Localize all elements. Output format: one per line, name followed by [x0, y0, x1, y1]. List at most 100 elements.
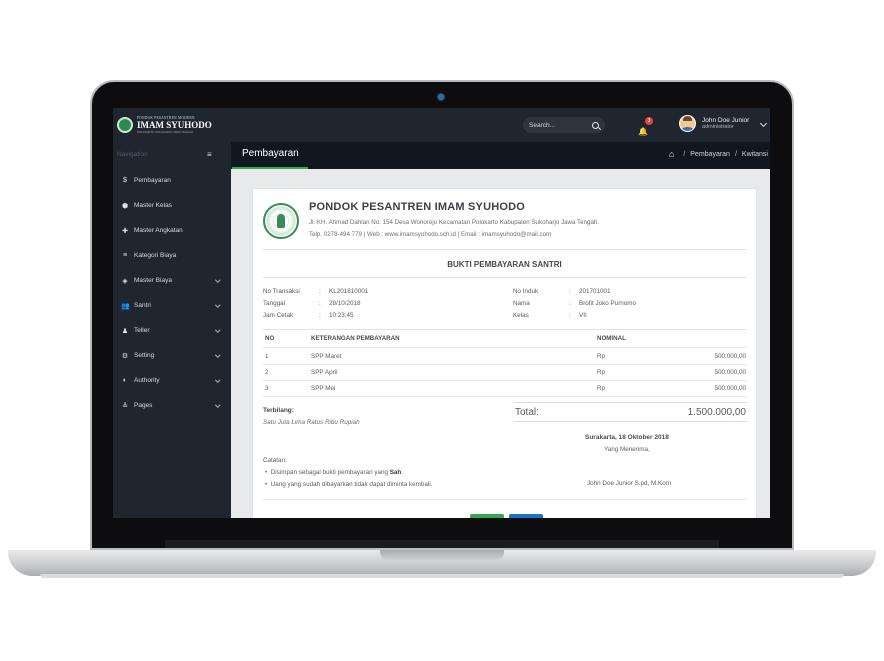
laptop-hinge	[165, 540, 719, 548]
divider	[263, 499, 747, 500]
cell-desc: SPP April	[311, 369, 338, 376]
info-row: Kelas: VII	[513, 312, 587, 319]
table-header-desc: KETERANGAN PEMBAYARAN	[311, 335, 400, 342]
search-input[interactable]	[529, 121, 592, 129]
receipt-title: BUKTI PEMBAYARAN SANTRI	[447, 260, 562, 269]
sign-role: Yang Menerima,	[604, 446, 650, 453]
school-seal-icon	[263, 203, 299, 239]
gear-icon: ⚙	[121, 352, 129, 360]
info-row: No Transaksi: KL201810001	[263, 288, 369, 295]
chevron-down-icon[interactable]	[759, 119, 768, 128]
info-key: Tanggal	[263, 300, 286, 307]
notification-badge: 3	[645, 117, 653, 125]
menu-toggle-icon[interactable]: ≡	[207, 150, 212, 159]
sidebar-item-pages[interactable]: ≜ Pages	[113, 393, 231, 418]
info-key: No Transaksi	[263, 288, 300, 295]
sidebar-item-master-biaya[interactable]: ◈ Master Biaya	[113, 268, 231, 293]
info-key: Jam Cetak	[263, 312, 294, 319]
sidebar-item-santri[interactable]: 👥 Santri	[113, 293, 231, 318]
user-menu[interactable]: John Doe Junior administrator	[679, 115, 749, 132]
total-value: 1.500.000,00	[687, 407, 746, 418]
cell-desc: SPP Mei	[311, 385, 336, 392]
table-header-no: NO	[265, 335, 275, 342]
sidebar-item-setting[interactable]: ⚙ Setting	[113, 343, 231, 368]
sidebar-item-label: Pages	[134, 402, 153, 409]
breadcrumb-separator: /	[683, 150, 686, 158]
total-label: Total:	[515, 407, 539, 418]
table-top-line	[263, 329, 747, 330]
note-suffix: .	[401, 469, 404, 476]
terbilang-value: Satu Juta Lima Ratus Ribu Rupiah	[263, 419, 360, 426]
total-bottom-line	[515, 421, 747, 422]
cell-amount: 500.000,00	[714, 369, 746, 376]
sidebar-item-label: Master Angkatan	[134, 227, 183, 234]
sign-place-date: Surakarta, 18 Oktober 2018	[585, 434, 669, 441]
table-row-line	[263, 364, 747, 365]
divider	[263, 249, 747, 250]
cell-currency: Rp	[597, 369, 606, 376]
breadcrumb-separator: /	[734, 150, 737, 158]
cell-no: 2	[265, 369, 269, 376]
user-name: John Doe Junior	[702, 117, 750, 124]
cell-desc: SPP Maret	[311, 353, 342, 360]
note-bold: Sah	[389, 469, 402, 476]
dollar-icon: $	[123, 177, 127, 184]
home-icon[interactable]: ⌂	[669, 149, 674, 159]
nav-list: $ Pembayaran ⬢ Master Kelas ✚ Master Angkatan…	[113, 168, 231, 418]
info-value: 10:23:45	[329, 312, 354, 319]
sidebar-item-label: Teller	[134, 327, 150, 334]
table-header-nominal: NOMINAL	[597, 335, 626, 342]
search-icon[interactable]	[592, 121, 599, 129]
sidebar-item-teller[interactable]: ♟ Teller	[113, 318, 231, 343]
pin-icon: ✚	[122, 227, 128, 235]
sign-name: John Doe Junior S.pd, M.Kom	[587, 480, 671, 487]
list-icon: ≡	[122, 252, 128, 259]
search-box	[523, 117, 605, 133]
notifications-button[interactable]: 🔔 3	[638, 117, 653, 136]
chevron-down-icon	[214, 377, 220, 383]
chevron-down-icon	[214, 352, 220, 358]
bell-icon: 🔔	[638, 127, 648, 136]
table-header-line	[263, 347, 747, 348]
chevron-down-icon	[214, 277, 220, 283]
breadcrumb-item-pembayaran[interactable]: Pembayaran	[690, 151, 730, 158]
chevron-down-icon	[214, 302, 220, 308]
info-value: VII	[579, 312, 587, 319]
sidebar-item-master-kelas[interactable]: ⬢ Master Kelas	[113, 193, 231, 218]
sidebar-item-authority[interactable]: ◐ Authority	[113, 368, 231, 393]
receipt: PONDOK PESANTREN IMAM SYUHODO Jl. KH. Ah…	[253, 189, 756, 518]
laptop-notch	[380, 550, 504, 560]
nav-caption: Navigation	[117, 151, 148, 158]
info-row: Nama: Brofit Joko Purnomo	[513, 300, 637, 307]
info-row: Tanggal:28/10/2018	[263, 300, 361, 307]
page-title: Pembayaran	[242, 148, 299, 159]
sidebar-item-label: Authority	[134, 377, 160, 384]
top-navbar: PONDOK PESANTREN MODERN IMAM SYUHODO POL…	[113, 108, 770, 142]
user-text: John Doe Junior administrator	[702, 117, 749, 130]
sidebar-item-label: Kategori Biaya	[134, 252, 177, 259]
print-button[interactable]	[470, 514, 504, 518]
content-area: PONDOK PESANTREN IMAM SYUHODO Jl. KH. Ah…	[231, 169, 770, 518]
terbilang-label: Terbilang:	[263, 407, 294, 414]
brand[interactable]: PONDOK PESANTREN MODERN IMAM SYUHODO POL…	[113, 108, 231, 142]
chevron-down-icon	[214, 327, 220, 333]
notes-label: Catatan:	[263, 457, 287, 464]
sidebar-item-pembayaran[interactable]: $ Pembayaran	[113, 168, 231, 193]
org-name: PONDOK PESANTREN IMAM SYUHODO	[309, 201, 526, 213]
info-key: Nama	[513, 300, 530, 307]
users-icon: 👥	[121, 302, 130, 310]
cell-no: 3	[265, 385, 269, 392]
cell-no: 1	[265, 353, 269, 360]
sidebar-item-master-angkatan[interactable]: ✚ Master Angkatan	[113, 218, 231, 243]
org-contact: Telp. 0278-494 779 | Web : www.imamsyuho…	[309, 231, 552, 238]
cell-amount: 500.000,00	[714, 353, 746, 360]
info-row: Jam Cetak:10:23:45	[263, 312, 354, 319]
sidebar-item-kategori-biaya[interactable]: ≡ Kategori Biaya	[113, 243, 231, 268]
avatar	[679, 115, 696, 132]
org-address: Jl. KH. Ahmad Dahlan No. 154 Desa Wonore…	[309, 219, 600, 226]
brand-text: PONDOK PESANTREN MODERN IMAM SYUHODO POL…	[137, 116, 212, 134]
save-button[interactable]	[509, 514, 543, 518]
info-row: No Induk:201701001	[513, 288, 611, 295]
diamond-icon: ◈	[122, 277, 128, 285]
webcam	[438, 94, 444, 100]
